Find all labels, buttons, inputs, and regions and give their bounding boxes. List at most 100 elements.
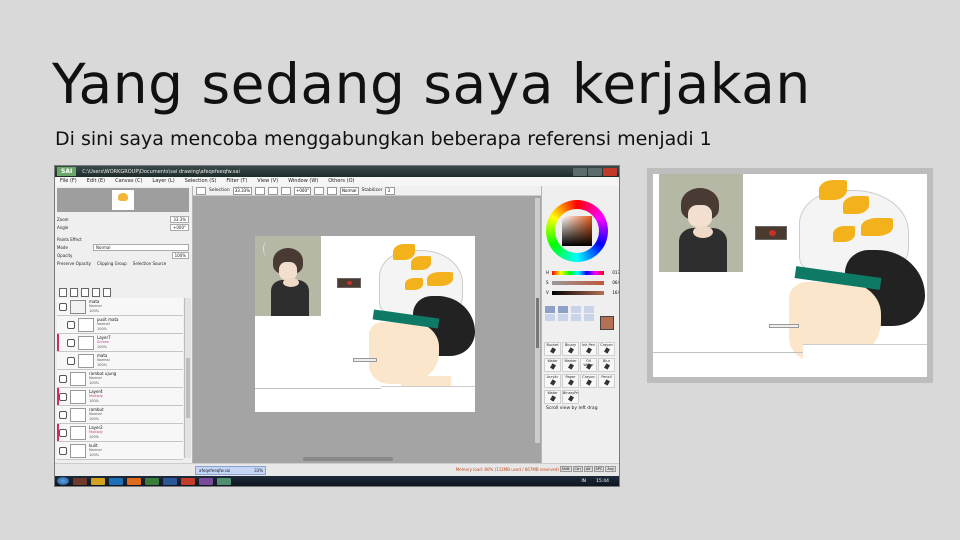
clock[interactable]: 15:44 (596, 479, 609, 484)
brush-water-2[interactable]: Water (544, 390, 561, 404)
new-layer-icon[interactable] (59, 288, 67, 297)
taskbar-firefox-icon[interactable] (127, 477, 141, 485)
layer-scrollbar[interactable] (184, 298, 191, 458)
rotate-right-icon[interactable] (314, 186, 325, 195)
color-wheel[interactable] (546, 200, 608, 262)
opacity-field[interactable]: 100% (171, 251, 189, 259)
canvas-area[interactable]: Selection 33.33% +000° Normal Stabilizer… (193, 186, 541, 464)
flip-icon[interactable] (327, 186, 338, 195)
visibility-icon[interactable] (67, 320, 75, 329)
visibility-icon[interactable] (59, 428, 67, 437)
minimize-icon[interactable] (573, 167, 587, 176)
blend-select[interactable]: Normal (340, 186, 359, 195)
delete-layer-icon[interactable] (103, 288, 111, 297)
color-square[interactable] (562, 216, 592, 246)
canvas-h-scrollbar[interactable] (303, 457, 393, 461)
taskbar-sai-icon[interactable] (217, 477, 231, 485)
layer-item[interactable]: mata Normal 100% (57, 298, 183, 316)
zoom-select[interactable]: 33.33% (232, 186, 253, 195)
brush-blur[interactable]: Blur (598, 358, 615, 372)
menu-view[interactable]: View (V) (252, 177, 283, 186)
saturation-slider[interactable] (552, 281, 604, 285)
magic-wand-icon[interactable] (571, 306, 581, 313)
layer-item[interactable]: mata Normal 100% (57, 352, 183, 370)
layer-item[interactable]: Layer7 Screen 100% (57, 334, 183, 352)
scroll-thumb[interactable] (536, 298, 539, 348)
canvas-v-scrollbar[interactable] (535, 198, 540, 443)
brush-acrylic[interactable]: Acrylic (544, 374, 561, 388)
taskbar-ppt-icon[interactable] (181, 477, 195, 485)
document-tab[interactable]: afeqefeeqfw.sai 33% (195, 466, 266, 475)
angle-select[interactable]: +000° (294, 186, 312, 195)
navigator-preview[interactable] (57, 188, 189, 212)
layer-item[interactable]: kulit Normal 100% (57, 442, 183, 460)
zoom-tool-icon[interactable] (545, 314, 555, 321)
layer-item[interactable]: rambut ujung Normal 100% (57, 370, 183, 388)
menu-canvas[interactable]: Canvas (C) (110, 177, 147, 186)
visibility-icon[interactable] (59, 374, 67, 383)
taskbar-excel-icon[interactable] (145, 477, 159, 485)
brush-pencil[interactable]: Pencil (598, 374, 615, 388)
visibility-icon[interactable] (59, 410, 67, 419)
lasso-tool-icon[interactable] (558, 306, 568, 313)
hue-slider[interactable] (552, 271, 604, 275)
menu-edit[interactable]: Edit (E) (82, 177, 110, 186)
zoom-out-icon[interactable] (255, 186, 266, 195)
brush-crayon[interactable]: Crayon (598, 342, 615, 356)
mode-select[interactable]: Normal (93, 243, 189, 251)
brush-ink-pen[interactable]: Ink Pen (580, 342, 597, 356)
menu-selection[interactable]: Selection (S) (180, 177, 222, 186)
selection-checkbox-icon[interactable] (196, 186, 206, 195)
taskbar-word-icon[interactable] (163, 477, 177, 485)
taskbar-folder-icon[interactable] (91, 477, 105, 485)
zoom-in-icon[interactable] (268, 186, 279, 195)
menu-layer[interactable]: Layer (L) (147, 177, 179, 186)
close-icon[interactable] (603, 167, 617, 176)
start-button-icon[interactable] (57, 477, 69, 485)
visibility-icon[interactable] (59, 446, 67, 455)
layer-item[interactable]: Layer4 Multiply 100% (57, 388, 183, 406)
visibility-icon[interactable] (59, 392, 67, 401)
eyedropper-icon[interactable] (584, 314, 594, 321)
brush-binary-pen[interactable]: BinaryPn (562, 390, 579, 404)
taskbar-browser-icon[interactable] (109, 477, 123, 485)
layer-item[interactable]: Layer2 Multiply 100% (57, 424, 183, 442)
maximize-icon[interactable] (588, 167, 602, 176)
value-slider[interactable] (552, 291, 604, 295)
visibility-icon[interactable] (67, 356, 75, 365)
language-indicator[interactable]: IN (581, 479, 586, 484)
taskbar-app-icon[interactable] (73, 477, 87, 485)
menu-filter[interactable]: Filter (T) (221, 177, 252, 186)
brush-crayon-2[interactable]: Crayon (580, 374, 597, 388)
menu-file[interactable]: File (F) (55, 177, 82, 186)
hand-tool-icon[interactable] (571, 314, 581, 321)
angle-field[interactable]: +000° (170, 223, 189, 231)
brush-water[interactable]: Water (544, 358, 561, 372)
selection-source-checkbox[interactable]: Selection Source (133, 261, 166, 266)
rotate-tool-icon[interactable] (558, 314, 568, 321)
brush-bucket[interactable]: Bucket (544, 342, 561, 356)
layer-item[interactable]: rambut Normal 100% (57, 406, 183, 424)
current-color-swatch[interactable] (600, 316, 614, 330)
brush-oil-water[interactable]: Oil Water (580, 358, 597, 372)
layer-item[interactable]: pusit mata Normal 100% (57, 316, 183, 334)
move-tool-icon[interactable] (584, 306, 594, 313)
stabilizer-select[interactable]: 3 (385, 186, 396, 195)
taskbar-app2-icon[interactable] (199, 477, 213, 485)
new-linework-icon[interactable] (70, 288, 78, 297)
menu-window[interactable]: Window (W) (283, 177, 323, 186)
merge-down-icon[interactable] (92, 288, 100, 297)
clipping-group-checkbox[interactable]: Clipping Group (97, 261, 127, 266)
visibility-icon[interactable] (59, 302, 67, 311)
brush-marker[interactable]: Marker (562, 358, 579, 372)
menu-others[interactable]: Others (O) (323, 177, 359, 186)
visibility-icon[interactable] (67, 338, 75, 347)
select-tool-icon[interactable] (545, 306, 555, 313)
drawing-canvas[interactable] (255, 236, 475, 412)
new-folder-icon[interactable] (81, 288, 89, 297)
brush-binary[interactable]: Binary (562, 342, 579, 356)
scroll-thumb[interactable] (186, 358, 190, 418)
zoom-field[interactable]: 33.3% (170, 215, 189, 223)
brush-paper[interactable]: Paper (562, 374, 579, 388)
preserve-opacity-checkbox[interactable]: Preserve Opacity (57, 261, 91, 266)
